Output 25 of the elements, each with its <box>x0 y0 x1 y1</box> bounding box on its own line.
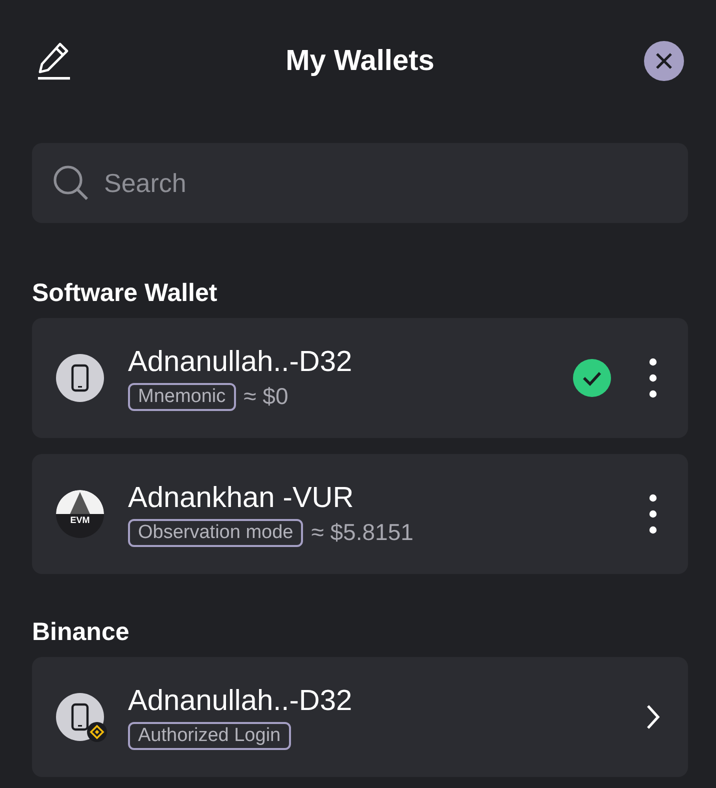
wallet-balance: ≈ $5.8151 <box>311 519 414 546</box>
search-icon <box>52 164 90 202</box>
wallet-type-tag: Observation mode <box>128 518 304 546</box>
mountain-icon <box>56 490 104 514</box>
wallet-name: Adnanullah..-D32 <box>128 684 354 718</box>
wallet-name: Adnankhan -VUR <box>128 482 355 514</box>
page-title: My Wallets <box>286 44 434 78</box>
section-title: Binance <box>32 618 130 647</box>
binance-badge-icon <box>86 721 108 743</box>
evm-label: EVM <box>70 515 90 525</box>
wallet-card[interactable]: EVM Adnankhan -VUR Observation mode ≈ $5.8151 <box>32 454 688 574</box>
phone-icon <box>71 364 89 392</box>
wallet-type-tag: Mnemonic <box>128 382 236 410</box>
search-field[interactable]: Search <box>32 143 688 223</box>
wallet-name: Adnanullah..-D32 <box>128 346 354 378</box>
search-input[interactable]: Search <box>102 166 668 200</box>
close-button[interactable] <box>644 41 684 81</box>
wallet-card[interactable]: Adnanullah..-D32 Mnemonic ≈ $0 <box>32 318 688 438</box>
wallet-card[interactable]: Adnanullah..-D32 Authorized Login <box>32 657 688 777</box>
close-icon[interactable] <box>654 52 673 70</box>
wallet-type-tag: Authorized Login <box>128 722 291 750</box>
phone-icon <box>71 703 89 731</box>
wallet-balance: ≈ $0 <box>244 383 288 410</box>
section-title: Software Wallet <box>32 279 218 308</box>
chevron-icon[interactable] <box>646 704 660 730</box>
